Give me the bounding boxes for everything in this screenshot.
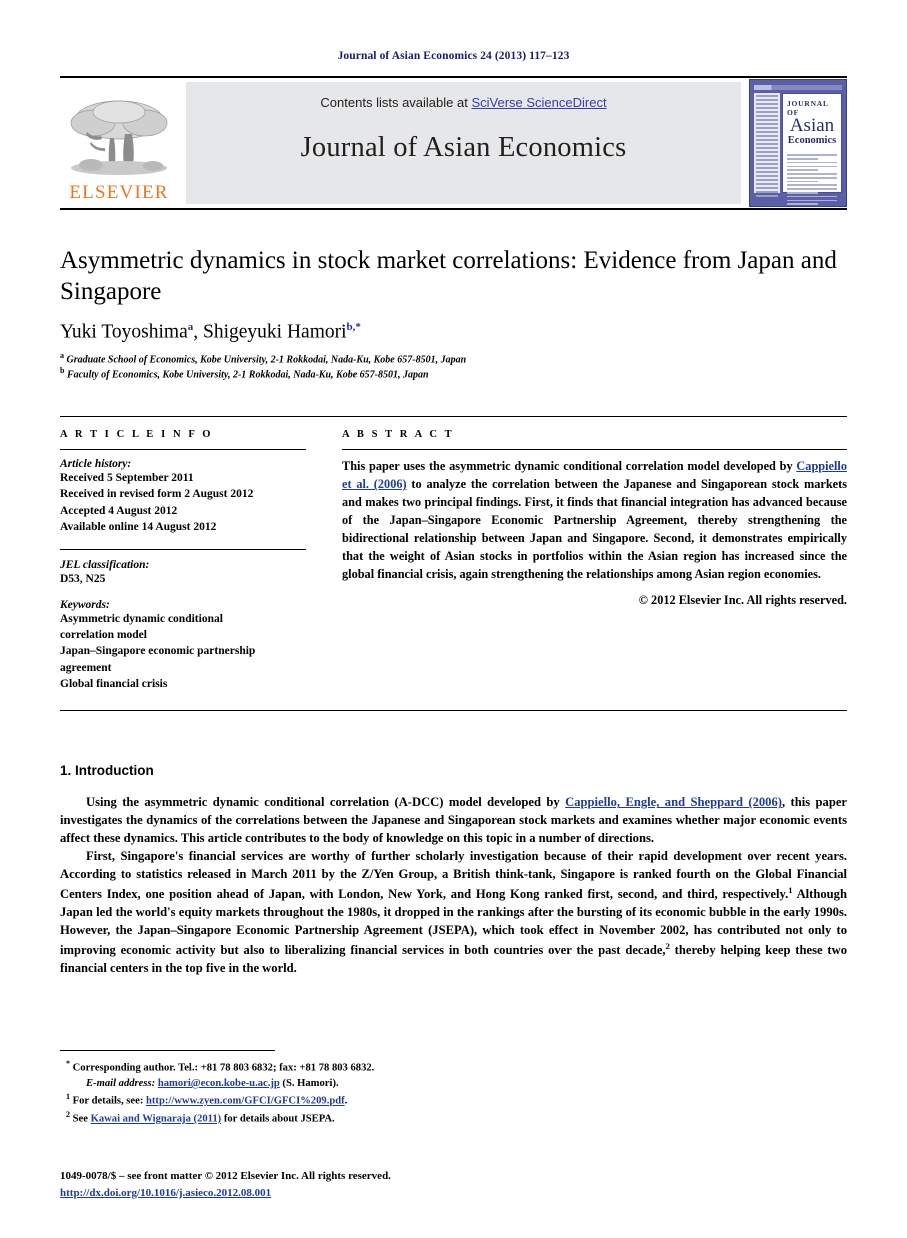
email-address-label: E-mail address:	[86, 1077, 156, 1089]
section-heading-introduction: 1. Introduction	[60, 763, 154, 779]
footnote-rule	[60, 1050, 275, 1051]
cover-line-asian: Asian	[789, 115, 835, 136]
footnote-1-marker: 1	[66, 1092, 70, 1102]
affiliation-a: a Graduate School of Economics, Kobe Uni…	[60, 350, 467, 365]
p1-part-a: Using the asymmetric dynamic conditional…	[86, 795, 566, 810]
keywords-gap	[60, 588, 306, 599]
contents-prefix-text: Contents lists available at	[320, 95, 472, 110]
doi-link[interactable]: http://dx.doi.org/10.1016/j.asieco.2012.…	[60, 1185, 391, 1202]
keyword-line-5: Global financial crisis	[60, 678, 168, 691]
intro-paragraph-1: Using the asymmetric dynamic conditional…	[60, 794, 847, 848]
jel-divider	[60, 549, 306, 551]
author-1-affiliation-marker: a	[187, 321, 194, 333]
page-title: Asymmetric dynamics in stock market corr…	[60, 247, 837, 305]
article-history-label: Article history:	[60, 458, 132, 471]
author-list: Yuki Toyoshimaa, Shigeyuki Hamorib,*	[60, 321, 361, 343]
footnote-corresponding-author: * Corresponding author. Tel.: +81 78 803…	[60, 1058, 847, 1076]
history-revised: Received in revised form 2 August 2012	[60, 488, 254, 501]
journal-masthead: ELSEVIER Contents lists available at Sci…	[60, 76, 847, 210]
keywords-label: Keywords:	[60, 598, 110, 611]
abstract-copyright: © 2012 Elsevier Inc. All rights reserved…	[638, 592, 847, 607]
journal-title: Journal of Asian Economics	[300, 132, 627, 163]
sciencedirect-link[interactable]: SciVerse ScienceDirect	[471, 95, 606, 110]
footnote-2-suffix: for details about JSEPA.	[221, 1113, 335, 1125]
elsevier-logo: ELSEVIER	[60, 82, 178, 204]
contents-available-line: Contents lists available at SciVerse Sci…	[320, 95, 606, 110]
cappiello-engle-sheppard-link[interactable]: Cappiello, Engle, and Sheppard (2006)	[565, 795, 782, 809]
elsevier-tree-icon	[67, 98, 171, 182]
cover-toc-lines	[787, 152, 837, 206]
abstract-divider	[342, 449, 847, 451]
author-2-affiliation-marker: b,*	[346, 321, 361, 333]
footnotes-block: * Corresponding author. Tel.: +81 78 803…	[60, 1050, 847, 1127]
corresponding-author-text: Corresponding author. Tel.: +81 78 803 6…	[72, 1062, 375, 1074]
article-page: Journal of Asian Economics 24 (2013) 117…	[0, 0, 907, 1238]
jel-classification-value: D53, N25	[60, 573, 106, 586]
keyword-line-2: correlation model	[60, 629, 147, 642]
abstract-part-1: This paper uses the asymmetric dynamic c…	[342, 459, 797, 474]
corresponding-author-marker: *	[66, 1059, 70, 1068]
author-name-1: Yuki Toyoshima	[60, 321, 188, 343]
footnote-1-text: For details, see:	[72, 1095, 147, 1107]
article-info-heading: A R T I C L E I N F O	[60, 429, 214, 441]
colophon: 1049-0078/$ – see front matter © 2012 El…	[60, 1168, 391, 1201]
footnote-1-end: .	[344, 1095, 348, 1107]
history-received: Received 5 September 2011	[60, 472, 194, 485]
title-block: Asymmetric dynamics in stock market corr…	[60, 246, 847, 382]
cover-main-panel: JOURNAL OF Asian Economics	[782, 93, 842, 205]
footnote-1: 1 For details, see: http://www.zyen.com/…	[60, 1091, 847, 1109]
jel-classification-label: JEL classification:	[60, 559, 150, 572]
abstract-part-2: to analyze the correlation between the J…	[342, 477, 848, 581]
affiliation-b: b Faculty of Economics, Kobe University,…	[60, 366, 429, 381]
footnote-2-marker: 2	[66, 1110, 70, 1120]
affiliations: a Graduate School of Economics, Kobe Uni…	[60, 351, 847, 383]
journal-cover-thumbnail: JOURNAL OF Asian Economics	[749, 79, 847, 207]
keyword-line-1: Asymmetric dynamic conditional	[60, 612, 223, 625]
cover-line-economics: Economics	[787, 135, 837, 147]
article-info-column: A R T I C L E I N F O Article history: R…	[60, 429, 306, 692]
running-head: Journal of Asian Economics 24 (2013) 117…	[337, 50, 570, 62]
author-name-2: Shigeyuki Hamori	[203, 321, 347, 343]
email-link[interactable]: hamori@econ.kobe-u.ac.jp	[158, 1078, 280, 1089]
elsevier-wordmark: ELSEVIER	[69, 182, 169, 203]
footnote-email: E-mail address: hamori@econ.kobe-u.ac.jp…	[60, 1076, 847, 1091]
abstract-column: A B S T R A C T This paper uses the asym…	[342, 429, 847, 692]
affiliation-b-text: Faculty of Economics, Kobe University, 2…	[66, 369, 429, 381]
keyword-line-3: Japan–Singapore economic partnership	[60, 645, 256, 658]
footnote-2-prefix: See	[72, 1113, 91, 1125]
kawai-wignaraja-link[interactable]: Kawai and Wignaraja (2011)	[91, 1114, 222, 1125]
article-body: 1. Introduction Using the asymmetric dyn…	[60, 763, 847, 977]
abstract-text: This paper uses the asymmetric dynamic c…	[342, 458, 847, 584]
footnote-1-link[interactable]: http://www.zyen.com/GFCI/GFCI%209.pdf	[146, 1096, 345, 1107]
contents-banner: Contents lists available at SciVerse Sci…	[186, 82, 741, 204]
keyword-line-4: agreement	[60, 661, 112, 674]
cover-left-column	[754, 93, 780, 197]
issn-front-matter: 1049-0078/$ – see front matter © 2012 El…	[60, 1170, 391, 1182]
intro-paragraph-2: First, Singapore's financial services ar…	[60, 848, 847, 978]
affiliation-a-text: Graduate School of Economics, Kobe Unive…	[66, 353, 467, 365]
abstract-heading: A B S T R A C T	[342, 429, 455, 441]
info-abstract-block: A R T I C L E I N F O Article history: R…	[60, 416, 847, 712]
cover-top-rule	[754, 85, 842, 90]
history-accepted: Accepted 4 August 2012	[60, 504, 178, 517]
article-info-divider	[60, 449, 306, 451]
email-owner: (S. Hamori).	[279, 1077, 339, 1089]
history-online: Available online 14 August 2012	[60, 521, 217, 534]
p2-part-a: First, Singapore's financial services ar…	[60, 849, 847, 901]
footnote-2: 2 See Kawai and Wignaraja (2011) for det…	[60, 1109, 847, 1127]
